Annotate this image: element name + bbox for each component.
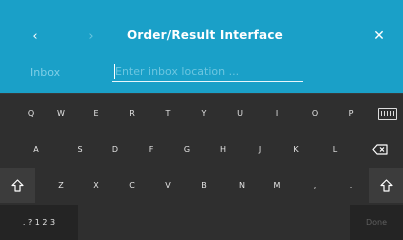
key-c[interactable]: C [115,168,149,203]
key-period[interactable]: . [334,168,368,203]
key-q[interactable]: Q [14,96,48,131]
key-a[interactable]: A [19,132,53,167]
key-p[interactable]: P [334,96,368,131]
key-v[interactable]: V [151,168,185,203]
keyboard-row-2: A S D F G H J K L [0,132,403,167]
shift-right-button[interactable] [369,168,403,203]
key-l[interactable]: L [318,132,352,167]
keyboard-row-1: Q W E R T Y U I O P [0,96,403,131]
backspace-icon [372,144,388,155]
key-u[interactable]: U [223,96,257,131]
keyboard-row-4: . ? 1 2 3 Done [0,205,403,240]
key-z[interactable]: Z [44,168,78,203]
key-h[interactable]: H [206,132,240,167]
key-w[interactable]: W [44,96,78,131]
key-t[interactable]: T [151,96,185,131]
close-icon: ✕ [373,28,385,44]
key-e[interactable]: E [79,96,113,131]
keyboard-row-3: Z X C V B N M , . [0,168,403,203]
key-d[interactable]: D [98,132,132,167]
page-title: Order/Result Interface [126,28,283,42]
key-n[interactable]: N [225,168,259,203]
keyboard-hide-icon [377,107,397,120]
key-m[interactable]: M [260,168,294,203]
inbox-label: Inbox [30,66,61,79]
key-s[interactable]: S [63,132,97,167]
key-f[interactable]: F [134,132,168,167]
space-bar[interactable] [80,205,348,240]
key-y[interactable]: Y [187,96,221,131]
header-bar: ‹ › Order/Result Interface ✕ Inbox [0,0,403,93]
key-g[interactable]: G [170,132,204,167]
inbox-location-input[interactable] [112,62,303,82]
keyboard-divider [0,93,403,94]
done-button[interactable]: Done [350,205,403,240]
hide-keyboard-button[interactable] [371,96,403,131]
key-i[interactable]: I [260,96,294,131]
key-j[interactable]: J [243,132,277,167]
numbers-symbols-key[interactable]: . ? 1 2 3 [0,205,78,240]
backspace-button[interactable] [362,132,398,167]
shift-left-button[interactable] [0,168,35,203]
key-comma[interactable]: , [298,168,332,203]
key-b[interactable]: B [187,168,221,203]
text-cursor [114,64,115,79]
shift-icon [11,179,24,192]
key-o[interactable]: O [298,96,332,131]
shift-icon [379,179,393,192]
close-button[interactable]: ✕ [368,26,390,46]
key-k[interactable]: K [279,132,313,167]
key-x[interactable]: X [79,168,113,203]
key-r[interactable]: R [115,96,149,131]
